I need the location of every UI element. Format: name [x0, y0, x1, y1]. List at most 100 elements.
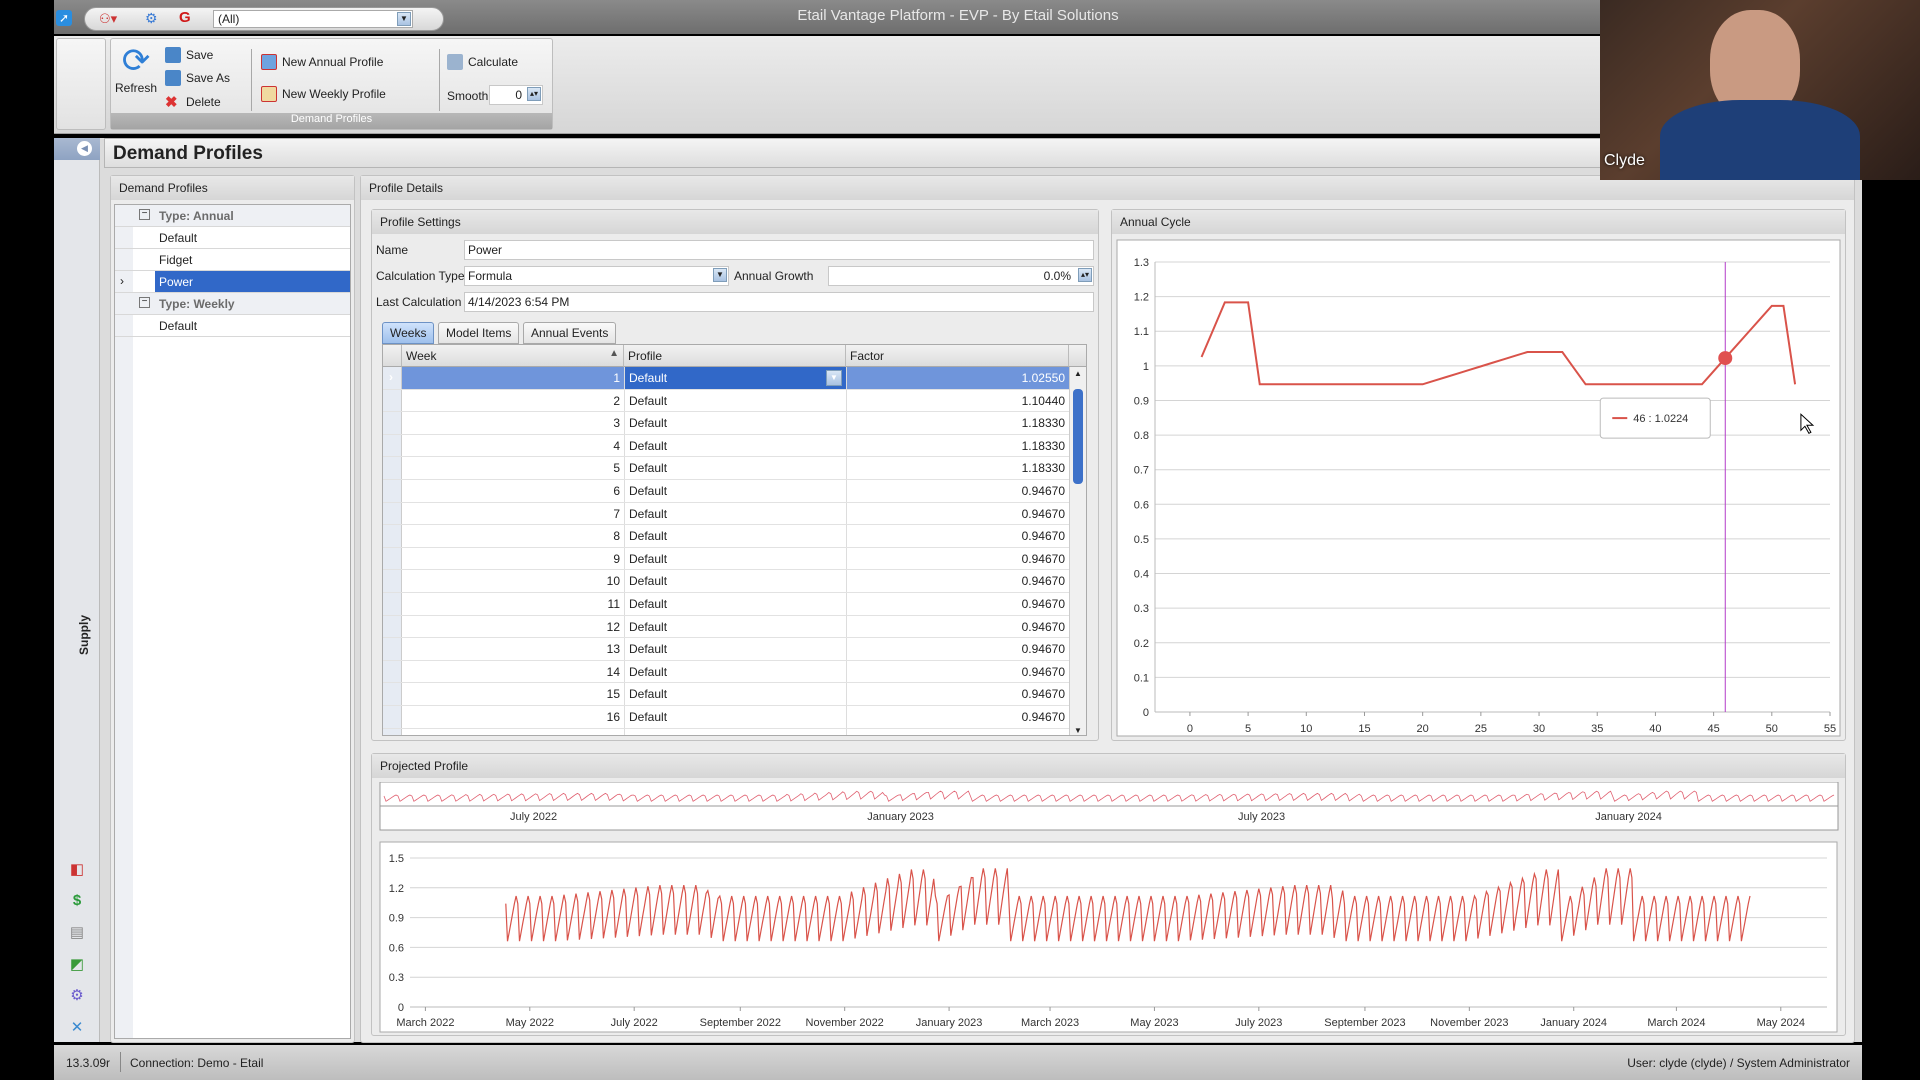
spin-icon[interactable]: ▴▾	[1078, 268, 1092, 282]
factor-cell[interactable]: 0.94670	[846, 593, 1069, 615]
column-header-factor[interactable]: Factor	[846, 345, 1069, 367]
document-icon[interactable]: ▤	[67, 923, 87, 943]
week-cell[interactable]: 13	[402, 638, 624, 660]
week-cell[interactable]: 4	[402, 435, 624, 457]
save-as-button[interactable]: Save As	[165, 70, 230, 86]
row-indicator[interactable]	[383, 525, 402, 547]
profile-cell[interactable]: Default	[624, 367, 846, 389]
week-cell[interactable]: 14	[402, 661, 624, 683]
row-indicator[interactable]	[383, 480, 402, 502]
finance-icon[interactable]: $	[67, 891, 87, 911]
table-row[interactable]: 16 Default 0.94670	[383, 706, 1069, 729]
factor-cell[interactable]: 1.18330	[846, 457, 1069, 479]
table-row[interactable]: 9 Default 0.94670	[383, 547, 1069, 571]
profile-cell[interactable]: Default	[624, 615, 846, 638]
row-indicator[interactable]	[383, 706, 402, 728]
table-row[interactable]: 15 Default 0.94670	[383, 683, 1069, 706]
table-row[interactable]: 6 Default 0.94670	[383, 480, 1069, 503]
week-cell[interactable]: 15	[402, 683, 624, 705]
column-header-week[interactable]: Week ▲	[402, 345, 624, 367]
profile-cell[interactable]: Default	[624, 683, 846, 705]
row-indicator[interactable]	[383, 728, 402, 735]
table-row[interactable]: 11 Default 0.94670	[383, 593, 1069, 616]
table-row[interactable]: 13 Default 0.94670	[383, 638, 1069, 661]
factor-cell[interactable]: 0.94670	[846, 728, 1069, 735]
tree-group-weekly[interactable]: − Type: Weekly	[115, 293, 350, 315]
factor-cell[interactable]: 0.94670	[846, 706, 1069, 728]
profile-cell[interactable]: Default	[624, 706, 846, 728]
factor-cell[interactable]: 1.18330	[846, 434, 1069, 457]
spin-icon[interactable]: ▴▾	[527, 87, 541, 101]
row-indicator[interactable]	[383, 547, 402, 570]
week-cell[interactable]: 11	[402, 593, 624, 615]
smooth-stepper[interactable]: 0 ▴▾	[489, 85, 543, 105]
row-indicator[interactable]	[383, 434, 402, 457]
week-cell[interactable]: 9	[402, 548, 624, 570]
week-cell[interactable]: 16	[402, 706, 624, 728]
factor-cell[interactable]: 0.94670	[846, 683, 1069, 705]
hierarchy-icon[interactable]: ⚇▾	[99, 11, 117, 27]
tree-group-annual[interactable]: − Type: Annual	[115, 205, 350, 227]
week-cell[interactable]: 12	[402, 616, 624, 638]
tab-weeks[interactable]: Weeks	[382, 322, 435, 344]
grid-scrollbar[interactable]: ▲ ▼	[1069, 367, 1086, 735]
table-row[interactable]: 17 Default 0.94670	[383, 728, 1069, 735]
week-cell[interactable]: 1	[402, 367, 624, 389]
settings-icon[interactable]: ⚙	[67, 986, 87, 1006]
row-indicator[interactable]	[383, 593, 402, 615]
row-indicator[interactable]	[383, 412, 402, 434]
factor-cell[interactable]: 0.94670	[846, 480, 1069, 502]
collapse-icon[interactable]: −	[139, 297, 150, 308]
tree-item[interactable]: Default	[115, 315, 350, 337]
row-indicator[interactable]	[383, 457, 402, 479]
factor-cell[interactable]: 1.02550	[846, 367, 1069, 389]
week-cell[interactable]: 7	[402, 503, 624, 525]
profile-cell[interactable]: Default	[624, 502, 846, 525]
refresh-button[interactable]: ⟳ Refresh	[115, 43, 157, 95]
table-row[interactable]: 10 Default 0.94670	[383, 570, 1069, 593]
new-weekly-profile-button[interactable]: New Weekly Profile	[261, 86, 386, 102]
factor-cell[interactable]: 0.94670	[846, 570, 1069, 592]
row-indicator[interactable]	[383, 570, 402, 592]
profile-cell[interactable]: Default	[624, 638, 846, 660]
row-indicator[interactable]: ›	[383, 367, 402, 389]
table-row[interactable]: 7 Default 0.94670	[383, 502, 1069, 526]
factor-cell[interactable]: 0.94670	[846, 525, 1069, 547]
week-cell[interactable]: 8	[402, 525, 624, 547]
tree-item-selected[interactable]: › Power	[115, 271, 350, 293]
factor-cell[interactable]: 0.94670	[846, 547, 1069, 570]
week-cell[interactable]: 3	[402, 412, 624, 434]
table-row[interactable]: 14 Default 0.94670	[383, 660, 1069, 684]
row-indicator[interactable]	[383, 502, 402, 525]
profile-cell[interactable]: Default	[624, 412, 846, 434]
factor-cell[interactable]: 0.94670	[846, 660, 1069, 683]
scrollbar-thumb[interactable]	[1073, 389, 1083, 484]
table-row[interactable]: 3 Default 1.18330	[383, 412, 1069, 435]
nav-supply[interactable]: Supply	[77, 615, 91, 655]
week-cell[interactable]: 10	[402, 570, 624, 592]
name-input[interactable]: Power	[464, 240, 1094, 260]
profile-cell[interactable]: Default	[624, 480, 846, 502]
table-row[interactable]: › 1 Default ▼ 1.02550	[383, 367, 1069, 390]
profile-cell[interactable]: Default	[624, 728, 846, 735]
chevron-down-icon[interactable]: ▼	[713, 268, 727, 282]
projected-profile-chart[interactable]: July 2022 January 2023 July 2023 January 20…	[372, 782, 1845, 1034]
table-row[interactable]: 5 Default 1.18330	[383, 457, 1069, 480]
column-header-profile[interactable]: Profile	[624, 345, 846, 367]
row-indicator[interactable]	[383, 683, 402, 705]
factor-cell[interactable]: 1.10440	[846, 389, 1069, 412]
tree-item[interactable]: Fidget	[115, 249, 350, 271]
filter-combo[interactable]: (All) ▼	[213, 10, 413, 28]
users-icon[interactable]: ⚙	[145, 10, 158, 27]
logout-icon[interactable]: G	[179, 9, 191, 26]
profile-cell[interactable]: Default	[624, 457, 846, 479]
row-indicator[interactable]	[383, 660, 402, 683]
tree-item[interactable]: Default	[115, 227, 350, 249]
factor-cell[interactable]: 0.94670	[846, 638, 1069, 660]
week-cell[interactable]: 5	[402, 457, 624, 479]
chevron-down-icon[interactable]: ▼	[826, 370, 842, 386]
week-cell[interactable]: 6	[402, 480, 624, 502]
factor-cell[interactable]: 1.18330	[846, 412, 1069, 434]
week-cell[interactable]: 2	[402, 390, 624, 412]
chevron-down-icon[interactable]: ▼	[397, 12, 411, 26]
